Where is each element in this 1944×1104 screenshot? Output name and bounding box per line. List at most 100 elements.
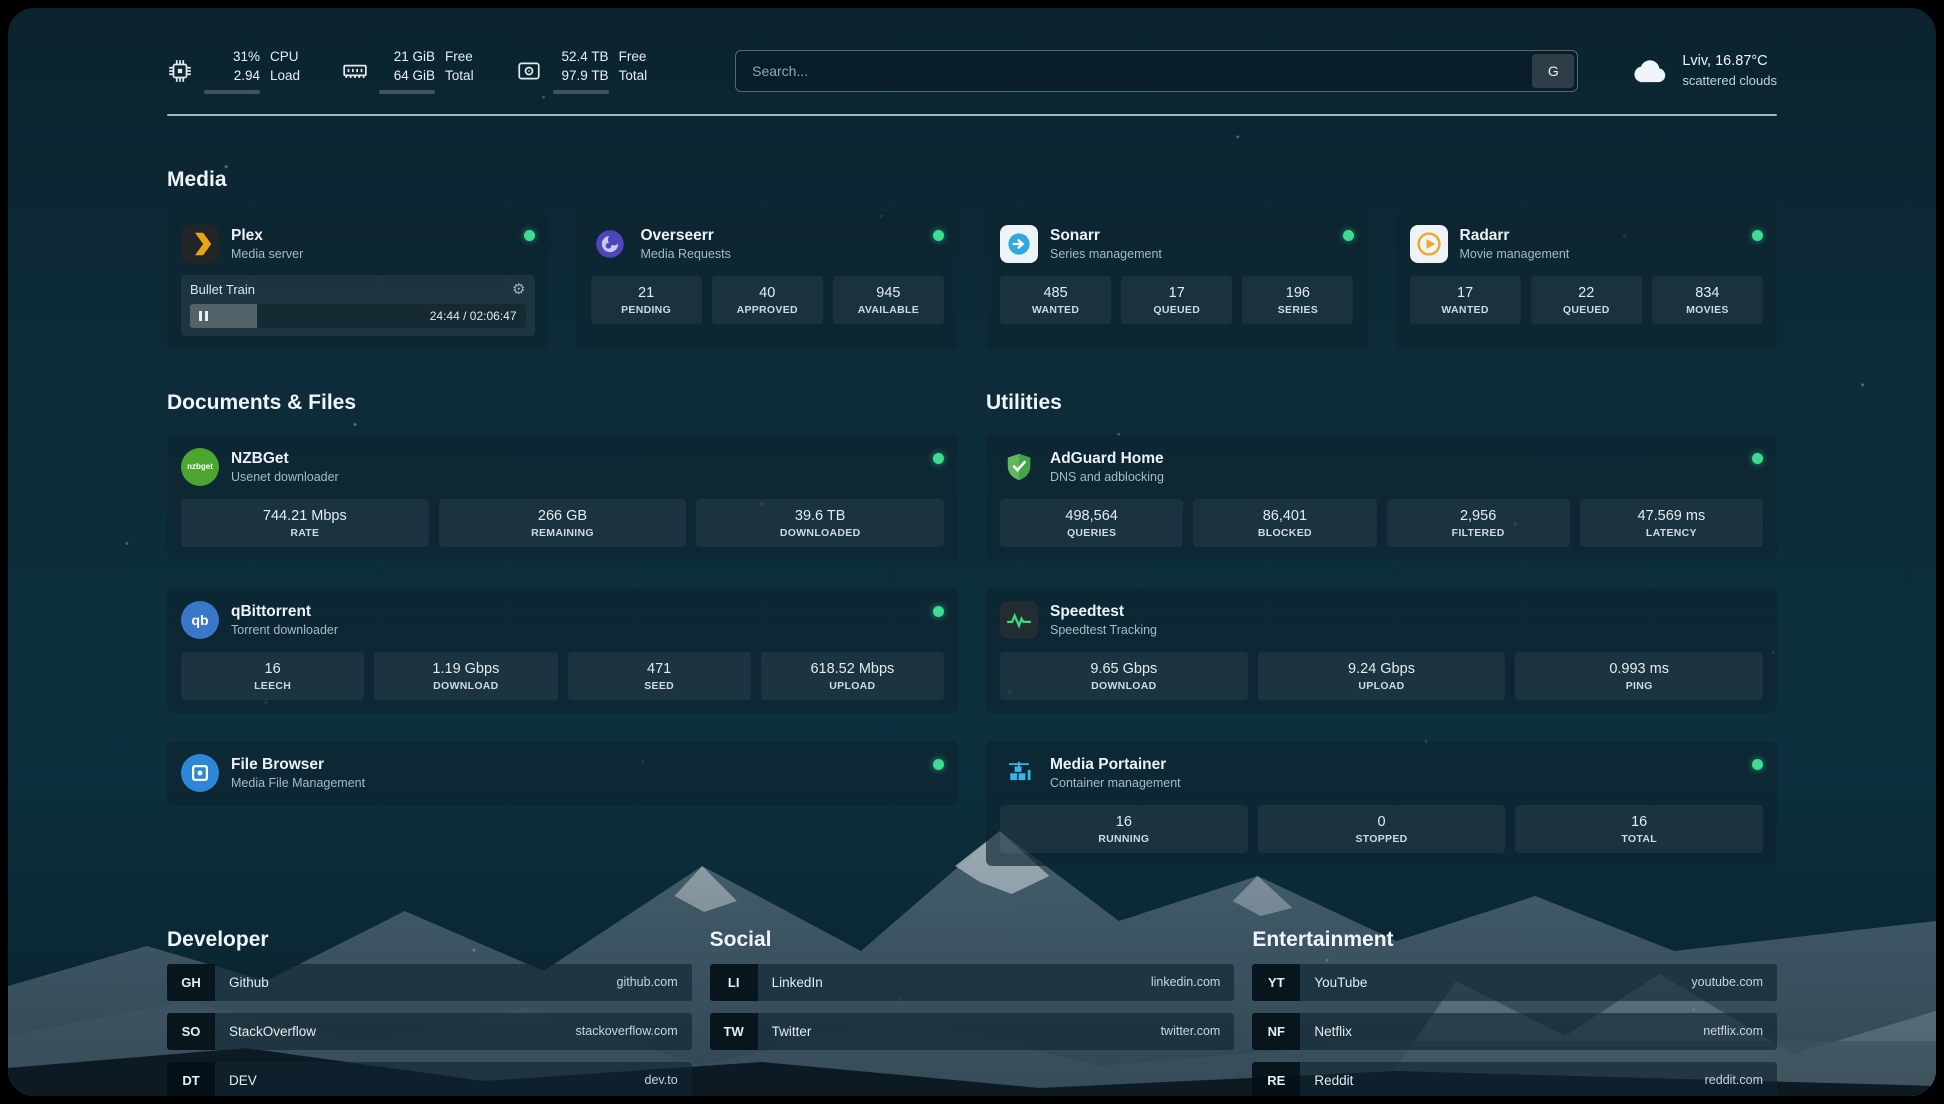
card-portainer[interactable]: Media Portainer Container management 16 … bbox=[986, 741, 1777, 866]
bookmark-youtube[interactable]: YT YouTube youtube.com bbox=[1252, 964, 1777, 1001]
bookmark-abbr: YT bbox=[1252, 964, 1300, 1001]
section-title-documents: Documents & Files bbox=[167, 391, 958, 415]
bookmark-twitter[interactable]: TW Twitter twitter.com bbox=[710, 1013, 1235, 1050]
bookmark-name: Github bbox=[215, 975, 269, 990]
cpu-percent: 31% bbox=[233, 48, 260, 67]
service-description: Torrent downloader bbox=[231, 622, 338, 638]
now-playing-panel: Bullet Train ⚙ 24:44 / 02:06:47 bbox=[181, 275, 535, 336]
section-title-media: Media bbox=[167, 168, 1777, 192]
search-provider-button[interactable]: G bbox=[1532, 54, 1574, 88]
disk-drive-icon bbox=[516, 58, 542, 84]
portainer-icon bbox=[1000, 754, 1038, 792]
status-indicator bbox=[933, 230, 944, 241]
bookmark-name: DEV bbox=[215, 1073, 257, 1088]
stat-ping: 0.993 ms PING bbox=[1515, 652, 1763, 700]
weather-widget: Lviv, 16.87°C scattered clouds bbox=[1632, 52, 1777, 90]
weather-condition: scattered clouds bbox=[1682, 72, 1777, 90]
service-description: Series management bbox=[1050, 246, 1162, 262]
cpu-label-top: CPU bbox=[270, 48, 300, 67]
pause-icon[interactable] bbox=[199, 311, 208, 321]
service-description: Media server bbox=[231, 246, 303, 262]
stat-seed: 471 SEED bbox=[568, 652, 751, 700]
stat-download: 9.65 Gbps DOWNLOAD bbox=[1000, 652, 1248, 700]
overseerr-icon bbox=[591, 225, 629, 263]
bookmark-linkedin[interactable]: LI LinkedIn linkedin.com bbox=[710, 964, 1235, 1001]
bookmark-url: stackoverflow.com bbox=[576, 1024, 692, 1038]
card-nzbget[interactable]: nzbget NZBGet Usenet downloader 744.21 M… bbox=[167, 435, 958, 560]
status-indicator bbox=[933, 606, 944, 617]
service-name: AdGuard Home bbox=[1050, 449, 1164, 469]
disk-total: 97.9 TB bbox=[562, 67, 609, 86]
bookmark-name: Twitter bbox=[758, 1024, 812, 1039]
section-utilities: Utilities AdGuard Home bbox=[986, 391, 1777, 866]
stat-latency: 47.569 ms LATENCY bbox=[1580, 499, 1763, 547]
disk-label-bottom: Total bbox=[619, 67, 648, 86]
bookmark-abbr: SO bbox=[167, 1013, 215, 1050]
bookmark-url: reddit.com bbox=[1705, 1073, 1777, 1087]
disk-usage-bar bbox=[553, 90, 609, 94]
service-description: Movie management bbox=[1460, 246, 1570, 262]
bookmark-url: linkedin.com bbox=[1151, 975, 1234, 989]
service-description: Media Requests bbox=[641, 246, 731, 262]
stat-series: 196 SERIES bbox=[1242, 276, 1353, 324]
stat-remaining: 266 GB REMAINING bbox=[439, 499, 687, 547]
now-playing-title: Bullet Train bbox=[190, 282, 255, 297]
card-filebrowser[interactable]: File Browser Media File Management bbox=[167, 741, 958, 805]
card-qbittorrent[interactable]: qb qBittorrent Torrent downloader 16 LEE… bbox=[167, 588, 958, 713]
search-input[interactable] bbox=[739, 63, 1532, 79]
memory-usage-bar bbox=[379, 90, 435, 94]
weather-location: Lviv, 16.87°C bbox=[1682, 52, 1777, 72]
service-name: Radarr bbox=[1460, 226, 1570, 246]
bookmark-abbr: LI bbox=[710, 964, 758, 1001]
card-speedtest[interactable]: Speedtest Speedtest Tracking 9.65 Gbps D… bbox=[986, 588, 1777, 713]
gear-icon[interactable]: ⚙ bbox=[512, 282, 525, 297]
service-name: Overseerr bbox=[641, 226, 731, 246]
plex-icon bbox=[181, 225, 219, 263]
bookmark-name: Netflix bbox=[1300, 1024, 1352, 1039]
cloud-icon bbox=[1632, 52, 1670, 90]
bookmark-abbr: TW bbox=[710, 1013, 758, 1050]
speedtest-icon bbox=[1000, 601, 1038, 639]
playback-time: 24:44 / 02:06:47 bbox=[430, 309, 517, 323]
disk-free: 52.4 TB bbox=[562, 48, 609, 67]
status-indicator bbox=[933, 759, 944, 770]
disk-label-top: Free bbox=[619, 48, 648, 67]
memory-total: 64 GiB bbox=[394, 67, 435, 86]
status-indicator bbox=[1752, 230, 1763, 241]
bookmark-netflix[interactable]: NF Netflix netflix.com bbox=[1252, 1013, 1777, 1050]
service-name: Sonarr bbox=[1050, 226, 1162, 246]
bookmark-url: youtube.com bbox=[1691, 975, 1777, 989]
bookmark-github[interactable]: GH Github github.com bbox=[167, 964, 692, 1001]
qbittorrent-icon: qb bbox=[181, 601, 219, 639]
sonarr-icon bbox=[1000, 225, 1038, 263]
stat-wanted: 17 WANTED bbox=[1410, 276, 1521, 324]
status-indicator bbox=[1752, 759, 1763, 770]
service-name: Speedtest bbox=[1050, 602, 1157, 622]
service-description: Speedtest Tracking bbox=[1050, 622, 1157, 638]
service-name: Plex bbox=[231, 226, 303, 246]
bookmark-dev[interactable]: DT DEV dev.to bbox=[167, 1062, 692, 1096]
section-title-entertainment: Entertainment bbox=[1252, 928, 1777, 952]
bookmark-url: dev.to bbox=[645, 1073, 692, 1087]
card-overseerr[interactable]: Overseerr Media Requests 21 PENDING 40 A… bbox=[577, 212, 959, 349]
bookmark-url: github.com bbox=[617, 975, 692, 989]
memory-widget: 21 GiB 64 GiB Free Total bbox=[342, 48, 474, 94]
service-description: Media File Management bbox=[231, 775, 365, 791]
bookmark-stackoverflow[interactable]: SO StackOverflow stackoverflow.com bbox=[167, 1013, 692, 1050]
stat-approved: 40 APPROVED bbox=[712, 276, 823, 324]
service-description: Usenet downloader bbox=[231, 469, 339, 485]
card-adguard[interactable]: AdGuard Home DNS and adblocking 498,564 … bbox=[986, 435, 1777, 560]
bookmark-url: twitter.com bbox=[1161, 1024, 1235, 1038]
disk-widget: 52.4 TB 97.9 TB Free Total bbox=[516, 48, 648, 94]
memory-ram-icon bbox=[342, 58, 368, 84]
card-radarr[interactable]: Radarr Movie management 17 WANTED 22 QUE… bbox=[1396, 212, 1778, 349]
bookmark-reddit[interactable]: RE Reddit reddit.com bbox=[1252, 1062, 1777, 1096]
stat-queued: 22 QUEUED bbox=[1531, 276, 1642, 324]
bookmarks-developer: Developer GH Github github.com SO StackO… bbox=[167, 928, 692, 1096]
status-indicator bbox=[933, 453, 944, 464]
bookmark-abbr: GH bbox=[167, 964, 215, 1001]
card-sonarr[interactable]: Sonarr Series management 485 WANTED 17 Q… bbox=[986, 212, 1368, 349]
service-description: DNS and adblocking bbox=[1050, 469, 1164, 485]
bookmarks-social: Social LI LinkedIn linkedin.com TW Twitt… bbox=[710, 928, 1235, 1096]
card-plex[interactable]: Plex Media server Bullet Train ⚙ bbox=[167, 212, 549, 349]
